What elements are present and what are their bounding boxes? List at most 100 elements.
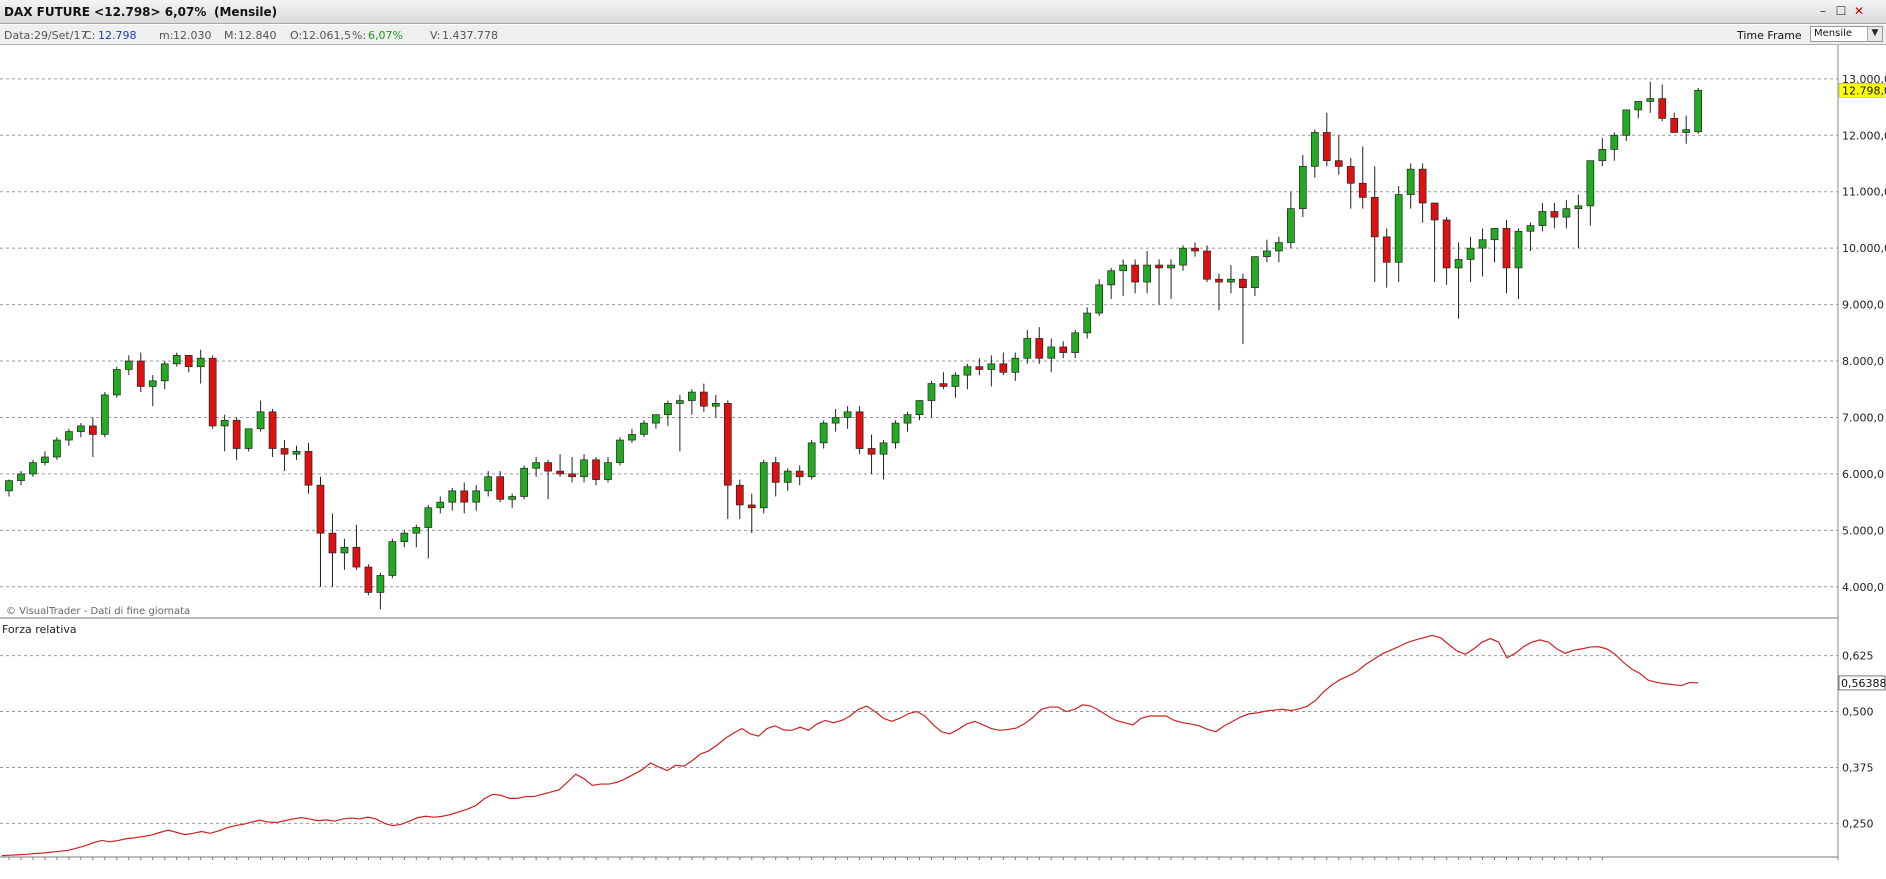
candle-body [520,467,528,497]
candle-body [1011,357,1020,373]
candle-body [1526,225,1535,232]
watermark: © VisualTrader - Dati di fine giornata [6,606,191,617]
candle-body [1466,247,1475,260]
candle-body [1370,197,1379,238]
candle-body [1167,264,1175,269]
candle-body [987,363,996,370]
candle-body [1047,346,1056,359]
y-tick-label: 10.000,0 [1842,242,1886,255]
window-title: DAX FUTURE <12.798> 6,07% [4,5,207,19]
candle-body [699,391,708,407]
candle-body [148,380,157,387]
candle-body [424,507,433,528]
info-date: Data:29/Set/17 [4,29,88,42]
candle-body [1191,247,1199,252]
y-tick-label: 0,625 [1842,650,1874,663]
timeframe-select[interactable]: Mensile ▼ [1810,26,1883,42]
candle-body [1059,346,1068,353]
candle-body [65,431,73,441]
candle-body [819,422,828,444]
candle-body [915,400,924,416]
candle-body [460,490,469,503]
candle-body [867,448,876,455]
candle-body [544,462,552,472]
indicator-label: Forza relativa [2,623,77,636]
candle-body [448,490,457,503]
candle-body [124,360,133,370]
candle-body [376,575,385,593]
candle-body [1478,239,1487,249]
y-tick-label: 6.000,0 [1842,468,1884,481]
info-max-label: M: [224,29,238,42]
relative-strength-chart [1,634,1699,857]
minimize-icon[interactable]: – [1816,4,1830,18]
y-tick-label: 7.000,0 [1842,411,1884,424]
candle-body [508,496,517,500]
y-tick-label: 9.000,0 [1842,299,1884,312]
restore-icon[interactable]: ☐ [1834,4,1848,18]
candle-body [352,546,361,568]
candle-body [1131,264,1139,283]
candle-body [112,369,121,396]
candle-body [1275,242,1283,252]
info-open: 12.061,5 [302,29,351,42]
candle-body [1658,98,1667,119]
candle-body [616,439,624,463]
candle-body [388,541,397,576]
last-price-label: 12.798,0 [1842,84,1886,97]
info-vol: 1.437.778 [442,29,498,42]
candle-body [1251,256,1259,289]
candle-body [891,422,900,444]
candle-body [592,459,600,480]
candle-body [160,363,169,382]
info-open-label: O: [290,29,303,42]
candle-body [1562,208,1571,218]
candle-body [280,448,289,455]
candle-body [580,459,588,478]
candle-body [1514,230,1523,269]
chevron-down-icon[interactable]: ▼ [1867,27,1882,41]
candle-body [1346,165,1355,184]
candle-body [927,383,936,401]
candle-body [1454,259,1463,269]
candle-body [340,546,349,554]
y-tick-label: 8.000,0 [1842,355,1884,368]
candle-body [208,357,217,427]
candle-body [1298,165,1307,210]
candle-body [1334,160,1343,167]
candle-body [244,428,253,449]
y-tick-label: 0,250 [1842,817,1874,830]
candle-body [568,473,576,478]
candle-body [759,462,768,509]
candle-body [1418,168,1427,204]
candle-body [1670,118,1679,133]
candle-body [783,470,792,483]
candle-body [136,360,145,387]
candle-body [220,419,229,427]
info-max: 12.840 [238,29,277,42]
candle-body [364,566,373,593]
candle-body [604,462,612,480]
y-axis: 4.000,0 5.000,0 6.000,0 7.000,0 8.000,0 9.000… [1837,45,1886,860]
candle-body [89,425,97,435]
info-vol-label: V: [430,29,441,42]
candle-body [17,473,25,482]
candle-body [628,434,636,441]
y-tick-label: 11.000,0 [1842,186,1886,199]
y-tick-label: 0,375 [1842,761,1874,774]
candle-body [999,363,1008,373]
candle-body [711,403,720,407]
candle-body [1502,228,1511,269]
close-icon[interactable]: ✕ [1852,4,1866,18]
info-min-label: m: [159,29,174,42]
relative-strength-line [1,634,1699,857]
candle-body [1287,208,1295,243]
candle-body [1694,89,1703,133]
chart-area: 4.000,0 5.000,0 6.000,0 7.000,0 8.000,0 9.000… [0,45,1886,860]
candle-body [1095,284,1104,314]
candle-body [496,476,505,500]
candle-body [484,476,493,492]
candle-body [903,414,912,424]
candle-body [1035,338,1044,359]
info-pct-label: %: [352,29,367,42]
